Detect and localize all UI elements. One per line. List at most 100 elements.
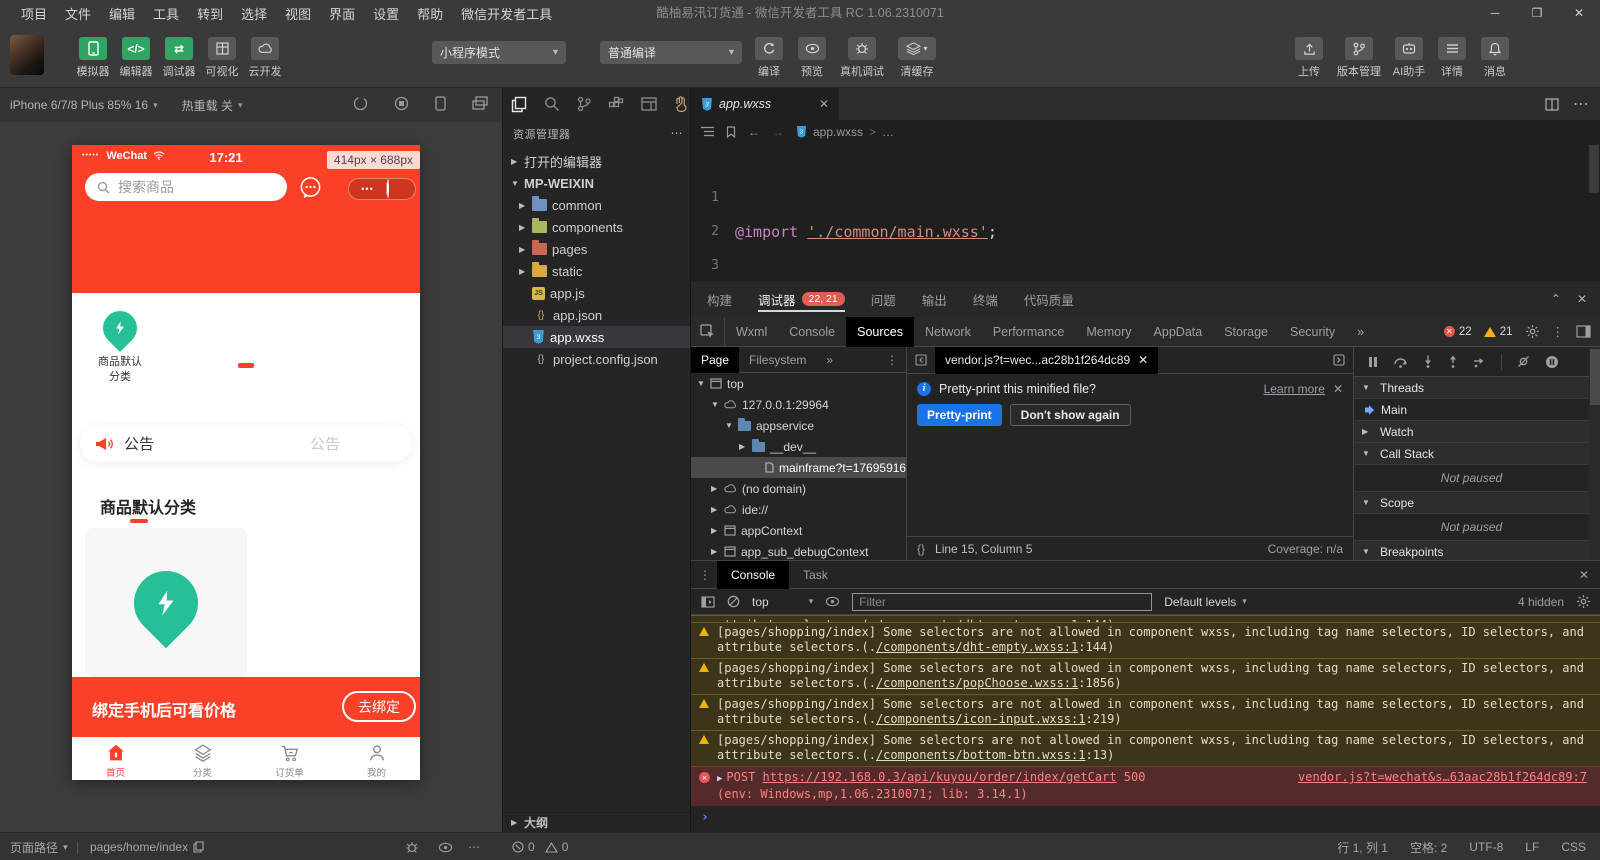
live-expression-eye-icon[interactable] — [825, 596, 840, 607]
search-icon[interactable] — [544, 96, 560, 112]
close-tab-icon[interactable]: ✕ — [1138, 353, 1148, 367]
tab-home[interactable]: 首页 — [72, 738, 159, 780]
visualization-button[interactable]: 可视化 — [205, 37, 239, 79]
request-url-link[interactable]: https://192.168.0.3/api/kuyou/order/inde… — [763, 770, 1117, 784]
tree-folder-pages[interactable]: ▶ pages — [503, 238, 691, 260]
console-tab[interactable]: Console — [717, 560, 790, 589]
bookmark-icon[interactable] — [726, 125, 736, 138]
devtools-tab-storage[interactable]: Storage — [1213, 317, 1279, 347]
details-button[interactable]: 详情 — [1435, 37, 1469, 79]
page-path-selector[interactable]: 页面路径 ▾ — [10, 833, 68, 860]
more-tabs-icon[interactable]: » — [816, 347, 843, 373]
tree-appcontext[interactable]: ▶ appContext — [691, 520, 906, 541]
simulator-button[interactable]: 模拟器 — [76, 37, 110, 79]
settings-gear-icon[interactable] — [1525, 324, 1540, 339]
close-panel-icon[interactable]: ✕ — [1577, 292, 1587, 306]
page-debug-icon[interactable] — [405, 833, 419, 860]
clear-cache-button[interactable]: ▾ 清缓存 — [895, 37, 939, 79]
thread-main[interactable]: Main — [1354, 399, 1589, 421]
close-tab-icon[interactable]: ✕ — [819, 97, 829, 111]
deactivate-breakpoints-icon[interactable] — [1517, 355, 1530, 368]
device-debug-button[interactable]: 真机调试 — [838, 37, 886, 79]
files-icon[interactable] — [511, 96, 527, 113]
menu-goto[interactable]: 转到 — [188, 4, 232, 23]
close-drawer-icon[interactable]: ✕ — [1579, 568, 1600, 582]
breakpoints-section[interactable]: ▼ Breakpoints — [1354, 541, 1589, 560]
tree-folder-static[interactable]: ▶ static — [503, 260, 691, 282]
error-count[interactable]: ✕ 22 — [1443, 326, 1472, 338]
source-link[interactable]: /components/dht-empty.wxss:1 — [876, 640, 1078, 654]
tree-file-app-js[interactable]: JS app.js — [503, 282, 691, 304]
current-page-path[interactable]: pages/home/index — [90, 833, 204, 860]
console-warning[interactable]: [pages/shopping/index] Some selectors ar… — [691, 730, 1600, 766]
debugger-button[interactable]: ⇄ 调试器 — [162, 37, 196, 79]
devtools-tab-appdata[interactable]: AppData — [1143, 317, 1214, 347]
pause-icon[interactable] — [1368, 356, 1378, 368]
minimize-icon[interactable]: ─ — [1474, 0, 1516, 26]
line-col-indicator[interactable]: 行 1, 列 1 — [1337, 839, 1388, 856]
extensions-icon[interactable] — [608, 96, 624, 112]
menu-project[interactable]: 项目 — [12, 4, 56, 23]
version-control-button[interactable]: 版本管理 — [1335, 37, 1383, 79]
sidebar-tab-page[interactable]: Page — [691, 347, 740, 373]
editor-tab-app-wxss[interactable]: 3 app.wxss ✕ — [691, 88, 839, 120]
dont-show-again-button[interactable]: Don't show again — [1009, 404, 1131, 426]
more-actions-icon[interactable]: ⋯ — [468, 833, 480, 860]
console-sidebar-icon[interactable] — [701, 595, 715, 608]
devtools-tab-network[interactable]: Network — [914, 317, 982, 347]
tree-folder-components[interactable]: ▶ components — [503, 216, 691, 238]
forward-icon[interactable]: → — [772, 125, 784, 139]
more-tabs-icon[interactable]: » — [1346, 317, 1375, 347]
devtools-tab-memory[interactable]: Memory — [1075, 317, 1142, 347]
sidebar-tab-filesystem[interactable]: Filesystem — [739, 347, 816, 373]
console-prompt[interactable]: › — [691, 806, 1600, 829]
cloud-dev-button[interactable]: 云开发 — [248, 37, 282, 79]
menu-settings[interactable]: 设置 — [364, 4, 408, 23]
hot-reload-toggle[interactable]: 热重载 关 — [182, 97, 233, 114]
eol-indicator[interactable]: LF — [1525, 840, 1539, 854]
step-icon[interactable] — [1473, 356, 1486, 368]
menu-wechat-devtools[interactable]: 微信开发者工具 — [452, 4, 561, 23]
prev-tab-icon[interactable] — [915, 354, 927, 366]
error-source-link[interactable]: vendor.js?t=wechat&s…63aac28b1f264dc89:7 — [1298, 770, 1587, 785]
back-icon[interactable]: ← — [748, 125, 760, 139]
devtools-tab-console[interactable]: Console — [778, 317, 846, 347]
category-item[interactable]: 商品默认 分类 — [80, 303, 160, 385]
device-selector[interactable]: iPhone 6/7/8 Plus 85% 16 — [10, 98, 148, 112]
breadcrumb-file[interactable]: 3 app.wxss > … — [796, 125, 894, 139]
problems-indicator[interactable]: 0 0 — [512, 833, 568, 860]
kebab-menu-icon[interactable]: ⋮ — [886, 353, 906, 367]
upload-button[interactable]: 上传 — [1292, 37, 1326, 79]
compile-mode-dropdown[interactable]: 普通编译 ▾ — [600, 41, 742, 64]
console-error[interactable]: ✕ ▶ POST https://192.168.0.3/api/kuyou/or… — [691, 766, 1600, 806]
tree-folder-common[interactable]: ▶ common — [503, 194, 691, 216]
tree-file-app-json[interactable]: {} app.json — [503, 304, 691, 326]
encoding-indicator[interactable]: UTF-8 — [1469, 840, 1503, 854]
console-settings-icon[interactable] — [1576, 594, 1591, 609]
tab-order[interactable]: 订货单 — [246, 738, 333, 780]
pause-on-exceptions-icon[interactable] — [1545, 355, 1559, 369]
expand-icon[interactable]: ▶ — [717, 774, 722, 784]
close-icon[interactable]: ✕ — [1558, 0, 1600, 26]
category-card[interactable] — [85, 528, 247, 677]
tree-file-project-config[interactable]: {} project.config.json — [503, 348, 691, 370]
devtools-tab-performance[interactable]: Performance — [982, 317, 1076, 347]
more-actions-icon[interactable]: ⋯ — [671, 126, 684, 142]
panel-tab-output[interactable]: 输出 — [922, 281, 947, 317]
bind-button[interactable]: 去绑定 — [342, 691, 416, 722]
kebab-menu-icon[interactable]: ⋮ — [1552, 324, 1565, 339]
tree-appservice[interactable]: ▼ appservice — [691, 415, 906, 436]
devtools-tab-sources[interactable]: Sources — [846, 316, 914, 347]
capsule-menu-button[interactable]: ••• — [349, 184, 386, 194]
editor-scrollbar[interactable] — [1588, 143, 1600, 281]
braces-icon[interactable]: {} — [917, 542, 925, 556]
source-link[interactable]: /components/icon-input.wxss:1 — [876, 712, 1086, 726]
tree-origin[interactable]: ▼ 127.0.0.1:29964 — [691, 394, 906, 415]
drag-handle-icon[interactable]: ⋮ — [691, 568, 717, 582]
tree-file-app-wxss[interactable]: 3 app.wxss — [503, 326, 691, 348]
close-banner-icon[interactable]: ✕ — [1333, 382, 1343, 396]
language-indicator[interactable]: CSS — [1561, 840, 1586, 854]
source-control-icon[interactable] — [577, 96, 591, 112]
devtools-tab-wxml[interactable]: Wxml — [725, 317, 778, 347]
menu-view[interactable]: 视图 — [276, 4, 320, 23]
